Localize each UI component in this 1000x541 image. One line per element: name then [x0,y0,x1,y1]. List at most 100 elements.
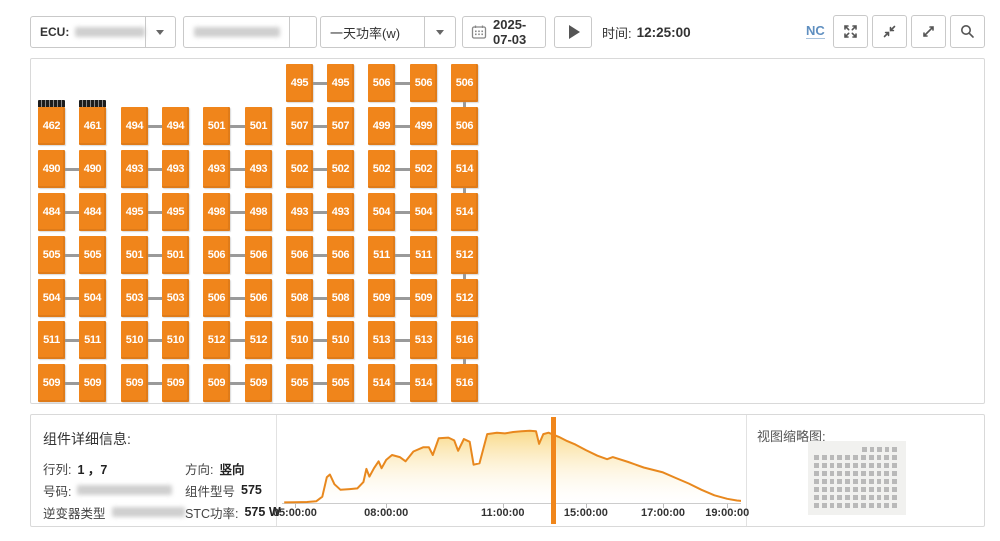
pv-module[interactable]: 503 [162,279,189,317]
chart-plot-area[interactable] [282,417,741,504]
pv-module[interactable]: 511 [368,236,395,274]
pv-module[interactable]: 506 [368,64,395,102]
pv-module[interactable]: 509 [162,364,189,402]
pv-module[interactable]: 502 [410,150,437,188]
pv-module[interactable]: 511 [410,236,437,274]
pv-module[interactable]: 506 [203,236,230,274]
pv-module[interactable]: 502 [286,150,313,188]
collapse-button[interactable] [872,15,907,48]
ecu-select-caret[interactable] [146,30,175,35]
pv-module[interactable]: 506 [327,236,354,274]
layout-thumbnail[interactable] [808,441,906,515]
pv-module[interactable]: 506 [451,64,478,102]
pv-module[interactable]: 494 [121,107,148,145]
metric-select[interactable]: 一天功率(w) [320,16,456,48]
pv-module[interactable]: 509 [38,364,65,402]
pv-module[interactable]: 494 [162,107,189,145]
pv-module[interactable]: 503 [121,279,148,317]
pv-module[interactable]: 493 [286,193,313,231]
pv-module[interactable]: 505 [38,236,65,274]
module-layout-canvas[interactable]: 495 495 506 506 506 462 461 494 494 501 501 507 507 4… [30,58,985,404]
pv-module[interactable]: 501 [162,236,189,274]
pv-module[interactable]: 506 [203,279,230,317]
pv-module[interactable]: 512 [451,236,478,274]
pv-module[interactable]: 508 [327,279,354,317]
pv-module[interactable]: 462 [38,107,65,145]
pv-module[interactable]: 513 [410,321,437,359]
pv-module[interactable]: 501 [121,236,148,274]
pv-module[interactable]: 507 [327,107,354,145]
play-button[interactable] [554,16,592,48]
nc-link[interactable]: NC [806,23,825,39]
pv-module[interactable]: 493 [245,150,272,188]
pv-module[interactable]: 507 [286,107,313,145]
pv-module[interactable]: 509 [203,364,230,402]
pv-module[interactable]: 514 [451,150,478,188]
pv-module[interactable]: 506 [410,64,437,102]
pv-module[interactable]: 493 [162,150,189,188]
pv-module[interactable]: 493 [121,150,148,188]
ecu-select[interactable]: ECU: [30,16,176,48]
pv-module[interactable]: 509 [410,279,437,317]
pv-module[interactable]: 516 [451,364,478,402]
pv-module[interactable]: 509 [79,364,106,402]
pv-module[interactable]: 495 [286,64,313,102]
pv-module[interactable]: 512 [451,279,478,317]
pv-module[interactable]: 499 [368,107,395,145]
pv-module[interactable]: 495 [121,193,148,231]
pv-module[interactable]: 514 [410,364,437,402]
thumbnail-row [814,455,900,463]
pv-module[interactable]: 490 [79,150,106,188]
pv-module[interactable]: 484 [79,193,106,231]
pv-module[interactable]: 514 [368,364,395,402]
pv-module[interactable]: 516 [451,321,478,359]
pv-module[interactable]: 506 [451,107,478,145]
pv-module[interactable]: 505 [327,364,354,402]
pv-module[interactable]: 509 [368,279,395,317]
pv-module[interactable]: 493 [327,193,354,231]
pv-module[interactable]: 506 [245,236,272,274]
pv-module[interactable]: 509 [245,364,272,402]
pv-module[interactable]: 501 [203,107,230,145]
pv-module[interactable]: 512 [203,321,230,359]
pv-module[interactable]: 504 [368,193,395,231]
pv-module[interactable]: 511 [79,321,106,359]
pv-module[interactable]: 504 [38,279,65,317]
device-select[interactable] [183,16,317,48]
pv-module[interactable]: 505 [79,236,106,274]
pv-module[interactable]: 510 [327,321,354,359]
pv-module[interactable]: 501 [245,107,272,145]
pv-module[interactable]: 461 [79,107,106,145]
pv-module[interactable]: 510 [286,321,313,359]
chart-time-cursor[interactable] [551,417,556,524]
pv-module[interactable]: 498 [203,193,230,231]
pv-module[interactable]: 510 [121,321,148,359]
pv-module[interactable]: 509 [121,364,148,402]
expand-button[interactable] [911,15,946,48]
pv-module[interactable]: 512 [245,321,272,359]
pv-module[interactable]: 495 [162,193,189,231]
pv-module[interactable]: 506 [245,279,272,317]
pv-module[interactable]: 513 [368,321,395,359]
pv-module[interactable]: 502 [368,150,395,188]
pv-module[interactable]: 505 [286,364,313,402]
pv-module[interactable]: 498 [245,193,272,231]
pv-module[interactable]: 502 [327,150,354,188]
pv-module[interactable]: 484 [38,193,65,231]
pv-module[interactable]: 508 [286,279,313,317]
pv-module[interactable]: 506 [286,236,313,274]
search-button[interactable] [950,15,985,48]
pv-module[interactable]: 495 [327,64,354,102]
pv-module[interactable]: 514 [451,193,478,231]
metric-select-caret[interactable] [425,30,455,35]
pv-module[interactable]: 510 [162,321,189,359]
pv-module[interactable]: 490 [38,150,65,188]
pv-module[interactable]: 504 [79,279,106,317]
pv-module[interactable]: 499 [410,107,437,145]
pv-module[interactable]: 511 [38,321,65,359]
pv-module[interactable]: 504 [410,193,437,231]
arrows-out-button[interactable] [833,15,868,48]
power-chart[interactable]: 05:00:0008:00:0011:00:0015:00:0017:00:00… [276,415,746,528]
date-picker[interactable]: 2025-07-03 [462,16,546,48]
pv-module[interactable]: 493 [203,150,230,188]
